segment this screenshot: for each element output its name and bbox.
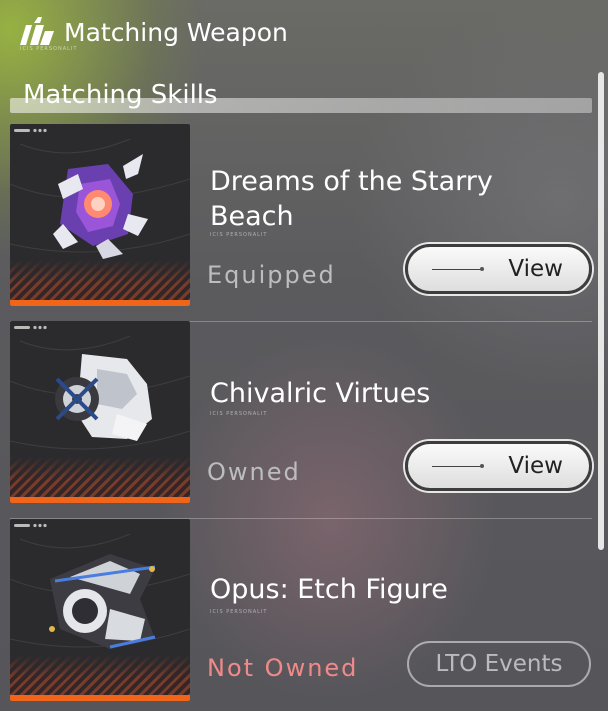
skill-subtext: ICIS PERSONALIT xyxy=(210,609,268,615)
section-title: Matching Skills xyxy=(23,80,218,110)
skill-subtext: ICIS PERSONALIT xyxy=(210,232,268,238)
skill-thumbnail[interactable] xyxy=(10,321,190,503)
view-button[interactable]: View xyxy=(405,441,592,491)
skill-subtext: ICIS PERSONALIT xyxy=(210,411,268,417)
link-line-icon xyxy=(432,464,484,468)
skill-status: Equipped xyxy=(207,261,336,289)
skill-name: Chivalric Virtues xyxy=(210,378,431,409)
lto-events-button[interactable]: LTO Events xyxy=(407,641,591,687)
skill-item: Opus: Etch Figure ICIS PERSONALIT Not Ow… xyxy=(10,519,592,709)
skill-name: Opus: Etch Figure xyxy=(210,574,448,605)
rarity-bar xyxy=(10,497,190,503)
rarity-bar xyxy=(10,300,190,306)
skill-status: Not Owned xyxy=(207,654,359,682)
link-line-icon xyxy=(432,267,484,271)
brand-logo-icon xyxy=(18,17,56,47)
header-subtext: ICIS PERSONALIT xyxy=(20,46,78,52)
header-title: Matching Weapon xyxy=(64,17,288,47)
view-button-label: View xyxy=(508,256,563,282)
skill-thumbnail[interactable] xyxy=(10,519,190,701)
skill-name: Dreams of the Starry Beach xyxy=(210,166,493,232)
rarity-bar xyxy=(10,695,190,701)
view-button-label: View xyxy=(508,453,563,479)
skill-status: Owned xyxy=(207,458,301,486)
view-button[interactable]: View xyxy=(405,244,592,294)
matching-panel: Matching Weapon ICIS PERSONALIT Matching… xyxy=(0,0,608,711)
skill-item: Chivalric Virtues ICIS PERSONALIT Owned … xyxy=(10,321,592,519)
skill-thumbnail[interactable] xyxy=(10,124,190,306)
skill-item: Dreams of the Starry Beach ICIS PERSONAL… xyxy=(10,124,592,322)
scrollbar-thumb[interactable] xyxy=(598,72,604,550)
